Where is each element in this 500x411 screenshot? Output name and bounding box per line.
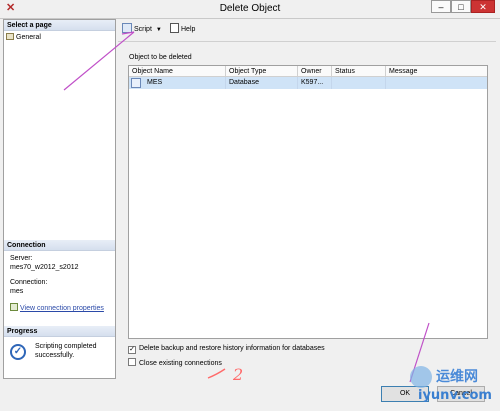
view-connection-properties-link[interactable]: View connection properties (10, 303, 104, 313)
server-label: Server: (10, 255, 33, 262)
help-label: Help (181, 26, 196, 33)
delete-backup-checkbox[interactable]: ✓ (128, 346, 136, 354)
page-item-general[interactable]: General (6, 33, 41, 41)
connection-value: mes (10, 288, 24, 295)
help-icon (170, 23, 179, 33)
annotation-dash-mark (207, 368, 226, 379)
close-button[interactable]: ✕ (471, 0, 495, 13)
help-button[interactable]: Help (170, 23, 195, 37)
title-bar: ✕ Delete Object – □ ✕ (0, 0, 500, 19)
page-icon (6, 33, 14, 40)
watermark-circle-icon (410, 366, 432, 388)
watermark-logo: 运维网 iyunv.com (410, 364, 500, 410)
check-circle-icon: ✓ (10, 344, 26, 360)
progress-status-line1: Scripting completed (35, 343, 97, 350)
column-status[interactable]: Status (332, 66, 386, 77)
column-message[interactable]: Message (386, 66, 487, 77)
delete-backup-label: Delete backup and restore history inform… (139, 345, 325, 352)
page-item-label: General (16, 34, 41, 41)
main-pane: Script ▼ Help Object to be deleted Object… (118, 19, 496, 379)
annotation-number-2: 2 (233, 365, 244, 384)
window-title: Delete Object (219, 3, 281, 14)
properties-icon (10, 303, 18, 311)
table-row[interactable]: MES Database K597... (129, 77, 487, 89)
cell-owner: K597... (298, 77, 332, 89)
delete-backup-option[interactable]: ✓ Delete backup and restore history infor… (128, 345, 325, 354)
watermark-url: iyunv.com (418, 388, 492, 403)
cell-object-type: Database (226, 77, 298, 89)
minimize-button[interactable]: – (431, 0, 451, 13)
server-value: mes70_w2012_s2012 (10, 264, 79, 271)
column-object-name[interactable]: Object Name (129, 66, 226, 77)
annotation-arrow-script (63, 31, 135, 91)
objects-grid[interactable]: Object Name Object Type Owner Status Mes… (128, 65, 488, 339)
cell-message (386, 77, 487, 89)
column-owner[interactable]: Owner (298, 66, 332, 77)
maximize-button[interactable]: □ (451, 0, 471, 13)
column-object-type[interactable]: Object Type (226, 66, 298, 77)
object-name-value: MES (147, 79, 163, 86)
view-connection-properties-label: View connection properties (20, 305, 104, 312)
cell-object-name: MES (129, 77, 226, 89)
dropdown-arrow-icon[interactable]: ▼ (156, 27, 162, 33)
connection-header: Connection (4, 240, 115, 251)
watermark-text: 运维网 (436, 369, 478, 385)
progress-header: Progress (4, 326, 115, 337)
connection-label: Connection: (10, 279, 48, 286)
close-connections-checkbox[interactable] (128, 358, 136, 366)
cell-status (332, 77, 386, 89)
toolbar: Script ▼ Help (118, 19, 496, 42)
progress-status-line2: successfully. (35, 352, 75, 359)
